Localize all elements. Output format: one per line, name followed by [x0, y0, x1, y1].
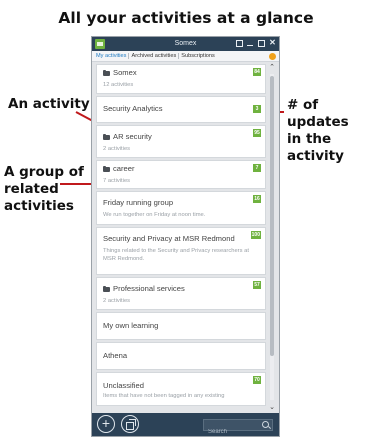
scroll-thumb[interactable]	[270, 76, 274, 356]
folder-icon	[103, 69, 110, 76]
title-bar[interactable]: Somex ✕	[92, 37, 279, 51]
callout-updates-line1: # of updates	[287, 97, 349, 130]
card-subtitle: Things related to the Security and Priva…	[103, 248, 249, 262]
card-subtitle: 2 activities	[103, 298, 131, 304]
folder-icon	[103, 285, 110, 292]
search-icon[interactable]	[262, 421, 269, 428]
update-count-badge: 7	[253, 164, 261, 172]
scrollbar[interactable]: ⌃ ⌄	[268, 64, 276, 412]
update-count-badge: 95	[253, 129, 261, 137]
update-count-badge: 84	[253, 68, 261, 76]
card-subtitle: 2 activities	[103, 146, 131, 152]
folder-icon	[103, 165, 110, 172]
dock-icon[interactable]	[236, 39, 243, 47]
add-group-button[interactable]	[121, 415, 139, 433]
close-icon[interactable]: ✕	[269, 39, 276, 47]
callout-activity: An activity	[8, 96, 90, 112]
card-subtitle: Items that have not been tagged in any e…	[103, 393, 225, 399]
add-activity-button[interactable]: +	[97, 415, 115, 433]
maximize-icon[interactable]	[258, 39, 265, 47]
card-title: career	[113, 164, 135, 173]
chevron-up-icon[interactable]: ⌃	[268, 64, 276, 72]
update-count-badge: 57	[253, 281, 261, 289]
callout-group: A group of related activities	[4, 164, 84, 215]
page-headline: All your activities at a glance	[58, 9, 314, 27]
card-title: Unclassified	[103, 381, 144, 390]
card-subtitle: We run together on Friday at noon time.	[103, 212, 206, 218]
activity-list: Somex 12 activities 84 Security Analytic…	[96, 64, 266, 408]
chevron-down-icon[interactable]: ⌄	[268, 404, 276, 412]
update-count-badge: 3	[253, 105, 261, 113]
card-subtitle: 12 activities	[103, 82, 134, 88]
activity-card[interactable]: Athena	[96, 342, 266, 370]
activity-card[interactable]: Friday running group We run together on …	[96, 191, 266, 225]
callout-updates: # of updates in the activity	[287, 97, 372, 165]
window-controls: ✕	[236, 39, 276, 47]
card-title: Security and Privacy at MSR Redmond	[103, 234, 235, 243]
tab-my-activities[interactable]: My activities	[94, 53, 130, 59]
notification-dot-icon[interactable]	[269, 53, 276, 60]
callout-group-line1: A group of	[4, 164, 84, 180]
update-count-badge: 100	[250, 231, 261, 239]
card-subtitle: 7 activities	[103, 178, 131, 184]
card-title: Athena	[103, 351, 128, 360]
minimize-icon[interactable]	[247, 39, 254, 47]
activity-card[interactable]: My own learning	[96, 312, 266, 340]
add-icon: +	[101, 415, 111, 431]
activity-card[interactable]: Security Analytics 3	[96, 96, 266, 123]
activity-card[interactable]: Somex 12 activities 84	[96, 64, 266, 94]
update-count-badge: 70	[253, 376, 261, 384]
callout-group-line3: activities	[4, 198, 74, 214]
callout-updates-line2: in the activity	[287, 131, 344, 164]
activity-card[interactable]: AR security 2 activities 95	[96, 125, 266, 158]
tab-subscriptions[interactable]: Subscriptions	[179, 53, 217, 59]
search-box	[203, 419, 273, 436]
activity-card[interactable]: Security and Privacy at MSR Redmond Thin…	[96, 227, 266, 275]
activity-card[interactable]: Professional services 2 activities 57	[96, 277, 266, 310]
bottom-toolbar: +	[92, 413, 279, 436]
card-title: My own learning	[103, 321, 159, 330]
card-title: Security Analytics	[103, 104, 163, 113]
search-input[interactable]	[204, 427, 260, 436]
card-title: AR security	[113, 132, 152, 141]
activity-card[interactable]: Unclassified Items that have not been ta…	[96, 372, 266, 406]
activity-card[interactable]: career 7 activities 7	[96, 160, 266, 189]
tab-bar: My activities Archived activities Subscr…	[92, 51, 279, 62]
card-title: Somex	[113, 68, 137, 77]
card-title: Professional services	[113, 284, 185, 293]
card-title: Friday running group	[103, 198, 174, 207]
folder-icon	[103, 133, 110, 140]
tab-archived-activities[interactable]: Archived activities	[129, 53, 180, 59]
app-window: Somex ✕ My activities Archived activitie…	[91, 36, 280, 437]
update-count-badge: 16	[253, 195, 261, 203]
